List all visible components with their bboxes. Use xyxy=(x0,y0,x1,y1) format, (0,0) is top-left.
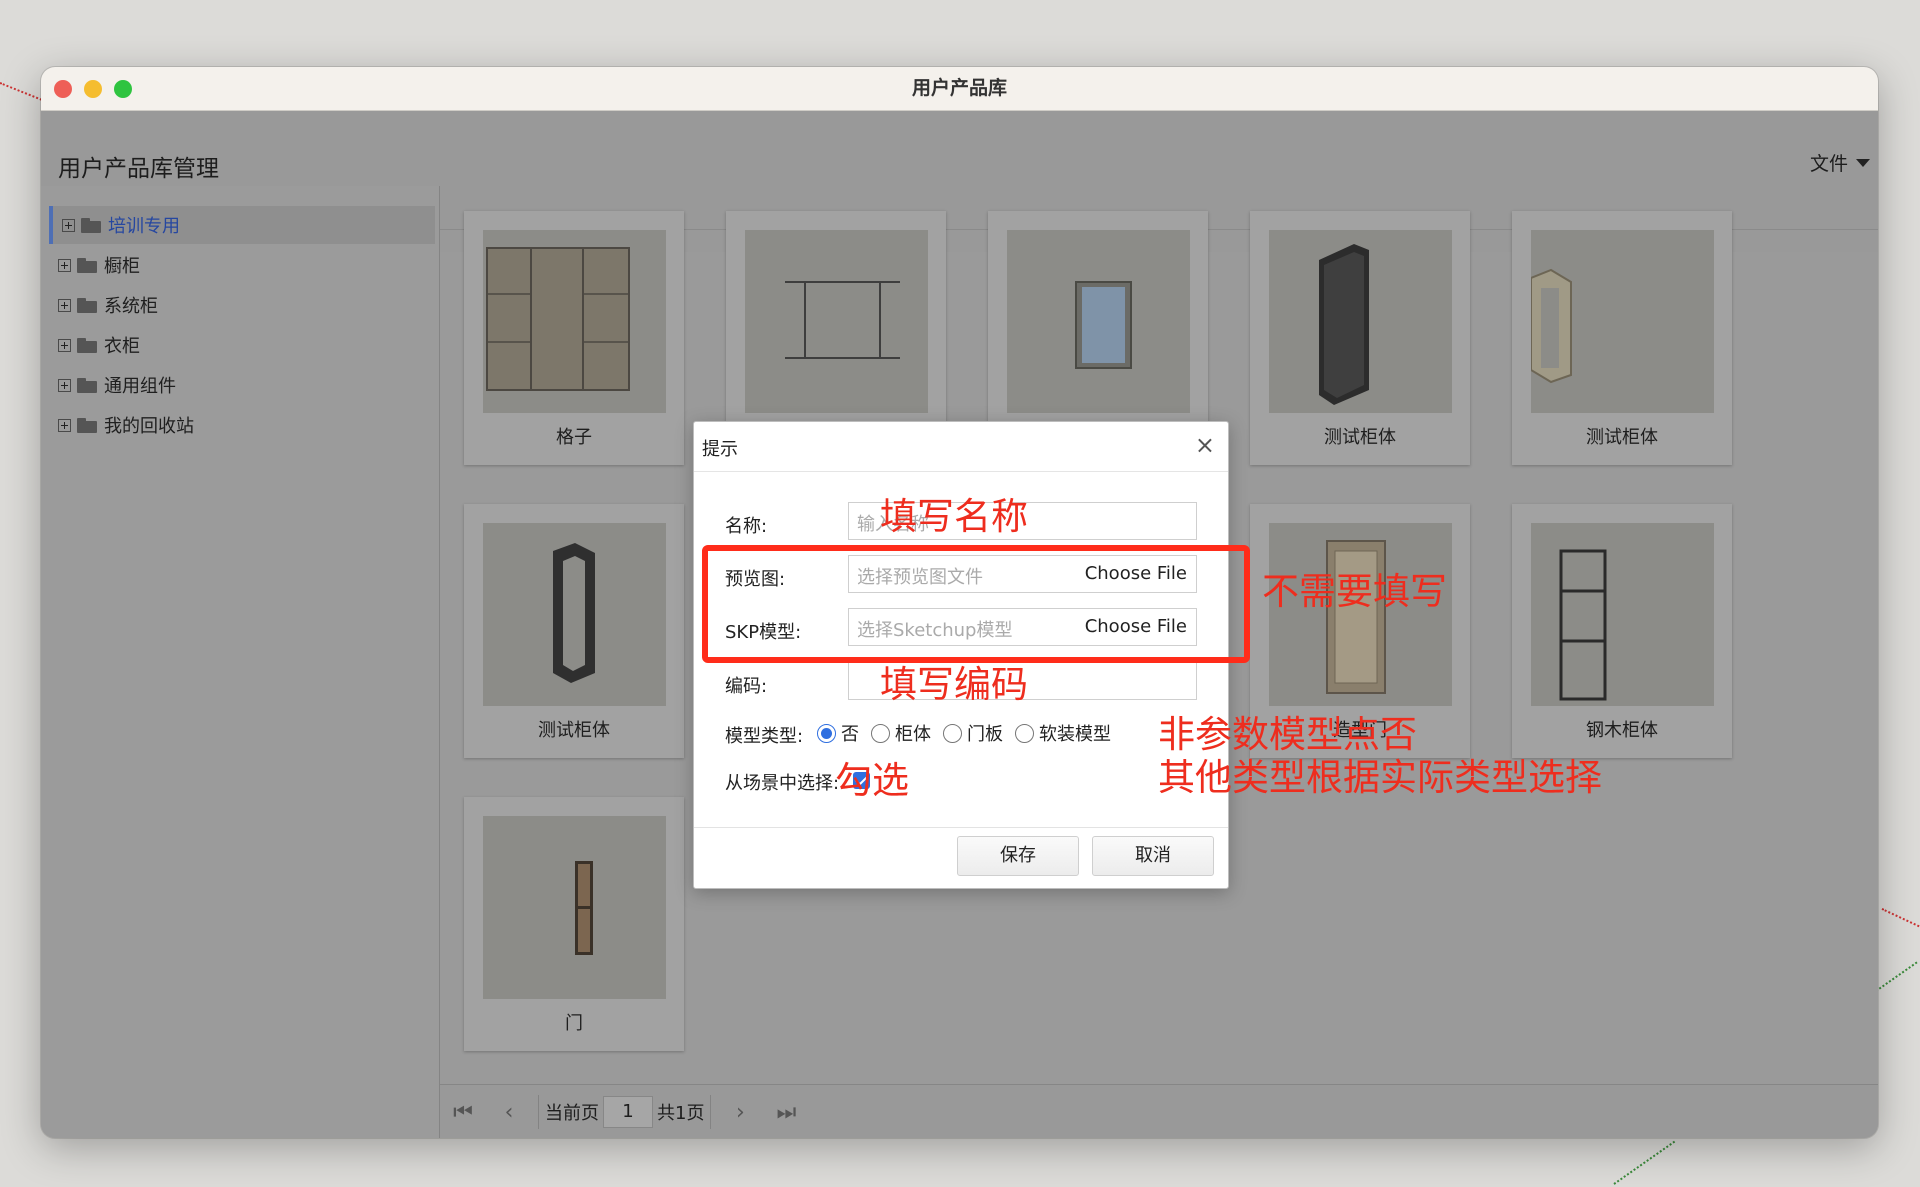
expand-icon[interactable] xyxy=(58,298,71,312)
product-name: 测试柜体 xyxy=(1324,427,1396,448)
product-card[interactable]: 测试柜体 xyxy=(1250,211,1470,465)
product-card[interactable]: 测试柜体 xyxy=(1512,211,1732,465)
product-thumbnail xyxy=(1269,230,1452,413)
product-name: 格子 xyxy=(556,427,592,448)
total-pages-label: 共1页 xyxy=(657,1103,705,1124)
tree-item-wardrobe[interactable]: 衣柜 xyxy=(49,326,431,364)
expand-icon[interactable] xyxy=(58,338,71,352)
annotation-type-line1: 非参数模型点否 xyxy=(1158,713,1417,756)
type-option-none[interactable]: 否 xyxy=(817,720,859,746)
type-option-label: 否 xyxy=(841,724,859,745)
tree-item-system-cabinet[interactable]: 系统柜 xyxy=(49,286,431,324)
divider xyxy=(710,1095,712,1129)
type-option-label: 柜体 xyxy=(895,724,931,745)
product-name: 测试柜体 xyxy=(1586,427,1658,448)
annotation-no-need: 不需要填写 xyxy=(1262,570,1447,613)
tree-item-label: 衣柜 xyxy=(104,336,140,357)
annotation-check: 勾选 xyxy=(835,759,909,802)
dialog-title: 提示 xyxy=(702,439,738,460)
tree-item-label: 培训专用 xyxy=(108,216,180,237)
name-label: 名称: xyxy=(725,516,768,537)
product-thumbnail xyxy=(1269,523,1452,706)
annotation-name: 填写名称 xyxy=(880,495,1028,538)
tree-item-recycle-bin[interactable]: 我的回收站 xyxy=(49,406,431,444)
type-option-soft[interactable]: 软装模型 xyxy=(1015,720,1111,746)
tree-item-label: 通用组件 xyxy=(104,376,176,397)
page-title: 用户产品库管理 xyxy=(58,156,219,182)
folder-icon xyxy=(77,417,97,433)
expand-icon[interactable] xyxy=(58,378,71,392)
folder-icon xyxy=(77,297,97,313)
folder-icon xyxy=(77,377,97,393)
close-icon[interactable]: × xyxy=(1195,431,1215,459)
product-name: 测试柜体 xyxy=(538,720,610,741)
type-option-label: 门板 xyxy=(967,724,1003,745)
model-type-options: 否 柜体 门板 软装模型 xyxy=(817,720,1123,746)
tree-item-label: 系统柜 xyxy=(104,296,158,317)
type-option-door[interactable]: 门板 xyxy=(943,720,1003,746)
dialog-footer-divider xyxy=(694,827,1228,828)
product-thumbnail xyxy=(483,230,666,413)
tree-item-label: 我的回收站 xyxy=(104,416,194,437)
caret-down-icon xyxy=(1856,158,1870,167)
background-guide-line xyxy=(1881,908,1920,929)
product-card[interactable]: 测试柜体 xyxy=(464,504,684,758)
model-type-row: 模型类型: 否 柜体 门板 软装模型 xyxy=(694,720,1228,760)
scene-row: 从场景中选择: xyxy=(694,767,1228,807)
product-name: 门 xyxy=(565,1013,583,1034)
background-guide-line xyxy=(1613,1140,1676,1185)
product-thumbnail xyxy=(1531,523,1714,706)
type-option-label: 软装模型 xyxy=(1039,724,1111,745)
title-bar: 用户产品库 xyxy=(41,67,1878,111)
product-thumbnail xyxy=(483,523,666,706)
current-page-label: 当前页 xyxy=(545,1103,599,1124)
tree-item-label: 橱柜 xyxy=(104,256,140,277)
cancel-button[interactable]: 取消 xyxy=(1092,836,1214,876)
type-option-cabinet[interactable]: 柜体 xyxy=(871,720,931,746)
folder-icon xyxy=(77,337,97,353)
window-title: 用户产品库 xyxy=(911,77,1007,99)
annotation-code: 填写编码 xyxy=(880,663,1028,706)
product-thumbnail xyxy=(1531,230,1714,413)
expand-icon[interactable] xyxy=(58,258,71,272)
product-card[interactable]: 钢木柜体 xyxy=(1512,504,1732,758)
last-page-icon[interactable]: ⏭ xyxy=(763,1085,809,1138)
radio-icon[interactable] xyxy=(871,723,890,743)
radio-icon[interactable] xyxy=(1015,723,1034,743)
prev-page-icon[interactable]: ‹ xyxy=(486,1085,532,1138)
folder-icon xyxy=(77,257,97,273)
annotation-type-line2: 其他类型根据实际类型选择 xyxy=(1158,756,1602,799)
next-page-icon[interactable]: › xyxy=(717,1085,763,1138)
tree-item-cabinet[interactable]: 橱柜 xyxy=(49,246,431,284)
radio-icon[interactable] xyxy=(943,723,962,743)
product-card[interactable]: 格子 xyxy=(464,211,684,465)
expand-icon[interactable] xyxy=(58,418,71,432)
code-label: 编码: xyxy=(725,676,768,697)
page-number-input[interactable]: 1 xyxy=(603,1096,653,1128)
product-thumbnail xyxy=(745,230,928,413)
category-tree: 培训专用 橱柜 系统柜 衣柜 通用组件 我的回收站 xyxy=(41,186,440,1138)
radio-selected-icon[interactable] xyxy=(817,723,836,743)
tree-item-common-components[interactable]: 通用组件 xyxy=(49,366,431,404)
product-name: 钢木柜体 xyxy=(1586,720,1658,741)
pagination: ⏮ ‹ 当前页 1 共1页 › ⏭ xyxy=(440,1084,1878,1138)
file-menu[interactable]: 文件 xyxy=(1810,149,1870,176)
product-card[interactable]: 门 xyxy=(464,797,684,1051)
background-guide-line xyxy=(0,82,45,102)
tree-item-training[interactable]: 培训专用 xyxy=(49,206,435,244)
divider xyxy=(538,1095,539,1129)
file-menu-label: 文件 xyxy=(1809,153,1848,175)
model-type-label: 模型类型: xyxy=(725,726,804,747)
expand-icon[interactable] xyxy=(62,218,75,232)
product-thumbnail xyxy=(483,816,666,999)
background-guide-line xyxy=(1875,961,1918,992)
save-button[interactable]: 保存 xyxy=(957,836,1079,876)
scene-label: 从场景中选择: xyxy=(725,773,840,794)
dialog-header: 提示 × xyxy=(694,422,1228,472)
first-page-icon[interactable]: ⏮ xyxy=(440,1085,486,1138)
annotation-highlight-box xyxy=(702,545,1250,663)
folder-icon xyxy=(81,217,101,233)
product-thumbnail xyxy=(1007,230,1190,413)
